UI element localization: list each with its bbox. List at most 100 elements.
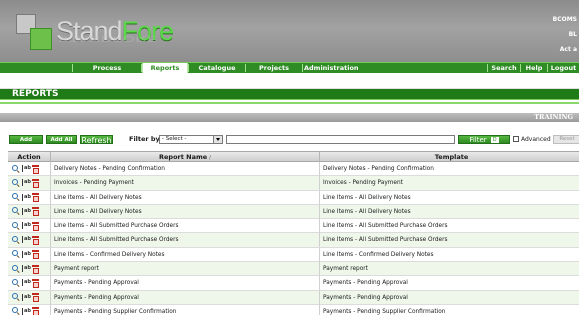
filter-input[interactable] xyxy=(226,135,455,144)
delete-icon[interactable] xyxy=(32,235,39,245)
table-row[interactable]: ab Payments - Pending Supplier Confirmati… xyxy=(8,304,579,315)
filter-button[interactable]: Filter D xyxy=(458,135,510,144)
table-row[interactable]: ab Line Items - All Delivery Notes Line It… xyxy=(8,190,579,205)
report-name-cell[interactable]: Line Items - Confirmed Delivery Notes xyxy=(51,247,320,262)
table-row[interactable]: ab Line Items - All Submitted Purchase Or… xyxy=(8,219,579,234)
report-toolbar: Add Add All Refresh Filter by - Select -… xyxy=(0,135,579,145)
delete-icon[interactable] xyxy=(32,164,39,174)
filter-button-label: Filter xyxy=(469,136,487,144)
report-name-cell[interactable]: Line Items - All Delivery Notes xyxy=(51,204,320,219)
search-icon[interactable] xyxy=(12,207,20,215)
column-header-report-name[interactable]: Report Name / xyxy=(51,152,320,162)
delete-icon[interactable] xyxy=(32,178,39,188)
nav-item-logout[interactable]: Logout xyxy=(548,63,579,73)
row-actions: ab xyxy=(8,290,51,305)
report-name-cell[interactable]: Delivery Notes - Pending Confirmation xyxy=(51,162,320,176)
environment-bar: TRAINING xyxy=(0,113,579,122)
template-cell: Line Items - Confirmed Delivery Notes xyxy=(323,251,434,258)
row-actions: ab xyxy=(8,262,51,277)
report-name-cell[interactable]: Invoices - Pending Payment xyxy=(51,176,320,191)
search-icon[interactable] xyxy=(12,293,20,301)
title-underline xyxy=(0,102,579,104)
template-cell: Line Items - All Submitted Purchase Orde… xyxy=(323,237,448,244)
reset-button[interactable]: Reset xyxy=(553,135,579,144)
report-name-cell[interactable]: Line Items - All Submitted Purchase Orde… xyxy=(51,219,320,234)
refresh-button[interactable]: Refresh xyxy=(80,135,113,145)
search-icon[interactable] xyxy=(12,164,20,173)
table-row[interactable]: ab Line Items - Confirmed Delivery Notes L… xyxy=(8,247,579,263)
rename-icon[interactable]: ab xyxy=(22,250,31,258)
search-icon[interactable] xyxy=(12,221,20,230)
template-cell: Line Items - All Delivery Notes xyxy=(323,194,411,201)
rename-icon[interactable]: ab xyxy=(22,307,31,315)
table-row[interactable]: ab Line Items - All Delivery Notes Line It… xyxy=(8,204,579,220)
add-button[interactable]: Add xyxy=(9,135,43,144)
nav-item-catalogue[interactable]: Catalogue xyxy=(189,63,245,73)
table-row[interactable]: ab Line Items - All Submitted Purchase Or… xyxy=(8,233,579,248)
template-cell: Delivery Notes - Pending Confirmation xyxy=(323,166,434,172)
template-cell: Invoices - Pending Payment xyxy=(323,180,403,187)
rename-icon[interactable]: ab xyxy=(22,236,31,244)
delete-icon[interactable] xyxy=(32,193,39,203)
search-icon[interactable] xyxy=(12,193,20,201)
header-info-line-2: BL xyxy=(568,31,577,38)
row-actions: ab xyxy=(8,247,51,262)
report-name-cell[interactable]: Payment report xyxy=(51,262,320,277)
search-icon[interactable] xyxy=(12,178,20,187)
rename-icon[interactable]: ab xyxy=(22,222,31,230)
search-icon[interactable] xyxy=(12,278,20,287)
delete-icon[interactable] xyxy=(32,250,39,260)
report-name-cell[interactable]: Payments - Pending Approval xyxy=(51,290,320,305)
rename-icon[interactable]: ab xyxy=(22,293,31,301)
column-header-template[interactable]: Template xyxy=(320,152,579,162)
nav-item-process[interactable]: Process xyxy=(73,63,141,73)
table-row[interactable]: ab Payments - Pending Approval Payments - … xyxy=(8,290,579,305)
advanced-checkbox[interactable] xyxy=(513,136,519,142)
search-icon[interactable] xyxy=(12,235,20,244)
rename-icon[interactable]: ab xyxy=(22,265,31,273)
report-name-cell[interactable]: Payments - Pending Approval xyxy=(51,276,320,291)
report-name-cell[interactable]: Line Items - All Delivery Notes xyxy=(51,190,320,205)
filter-options-icon[interactable]: D xyxy=(490,137,499,143)
search-icon[interactable] xyxy=(12,250,20,258)
header-info-line-3[interactable]: Act a xyxy=(553,42,577,57)
template-cell: Payment report xyxy=(323,266,368,273)
table-row[interactable]: ab Invoices - Pending Payment Invoices - P… xyxy=(8,176,579,191)
filter-field-select[interactable]: - Select - xyxy=(159,135,223,144)
delete-icon[interactable] xyxy=(32,307,39,315)
table-header: Action Report Name / Template xyxy=(8,151,579,162)
filter-select-value: - Select - xyxy=(162,136,187,142)
rename-icon[interactable]: ab xyxy=(22,165,31,172)
search-icon[interactable] xyxy=(12,307,20,315)
nav-item-help[interactable]: Help xyxy=(521,63,547,73)
page-title: REPORTS xyxy=(0,89,579,100)
nav-item-search[interactable]: Search xyxy=(488,63,520,73)
nav-item-reports[interactable]: Reports xyxy=(142,63,188,73)
chevron-down-icon[interactable] xyxy=(213,136,222,143)
row-actions: ab xyxy=(8,276,51,291)
delete-icon[interactable] xyxy=(32,264,39,274)
environment-label: TRAINING xyxy=(534,113,573,121)
template-cell: Payments - Pending Approval xyxy=(323,280,408,287)
add-all-button[interactable]: Add All xyxy=(46,135,77,144)
nav-item-projects[interactable]: Projects xyxy=(246,63,302,73)
table-row[interactable]: ab Payments - Pending Approval Payments - … xyxy=(8,276,579,291)
standfore-logo: StandFore STANDFORE xyxy=(12,10,174,54)
table-row[interactable]: ab Payment report Payment report xyxy=(8,262,579,277)
template-cell: Payments - Pending Approval xyxy=(323,294,408,301)
report-name-cell[interactable]: Payments - Pending Supplier Confirmation xyxy=(51,304,320,315)
table-row[interactable]: ab Delivery Notes - Pending Confirmation D… xyxy=(8,162,579,177)
nav-item-administration[interactable]: Administration xyxy=(304,63,368,73)
delete-icon[interactable] xyxy=(32,278,39,288)
delete-icon[interactable] xyxy=(32,293,39,303)
search-icon[interactable] xyxy=(12,264,20,273)
rename-icon[interactable]: ab xyxy=(22,179,31,187)
report-name-cell[interactable]: Line Items - All Submitted Purchase Orde… xyxy=(51,233,320,248)
rename-icon[interactable]: ab xyxy=(22,279,31,287)
row-actions: ab xyxy=(8,219,51,234)
delete-icon[interactable] xyxy=(32,207,39,217)
rename-icon[interactable]: ab xyxy=(22,207,31,215)
template-cell: Payments - Pending Supplier Confirmation xyxy=(323,308,446,315)
delete-icon[interactable] xyxy=(32,221,39,231)
rename-icon[interactable]: ab xyxy=(22,193,31,201)
